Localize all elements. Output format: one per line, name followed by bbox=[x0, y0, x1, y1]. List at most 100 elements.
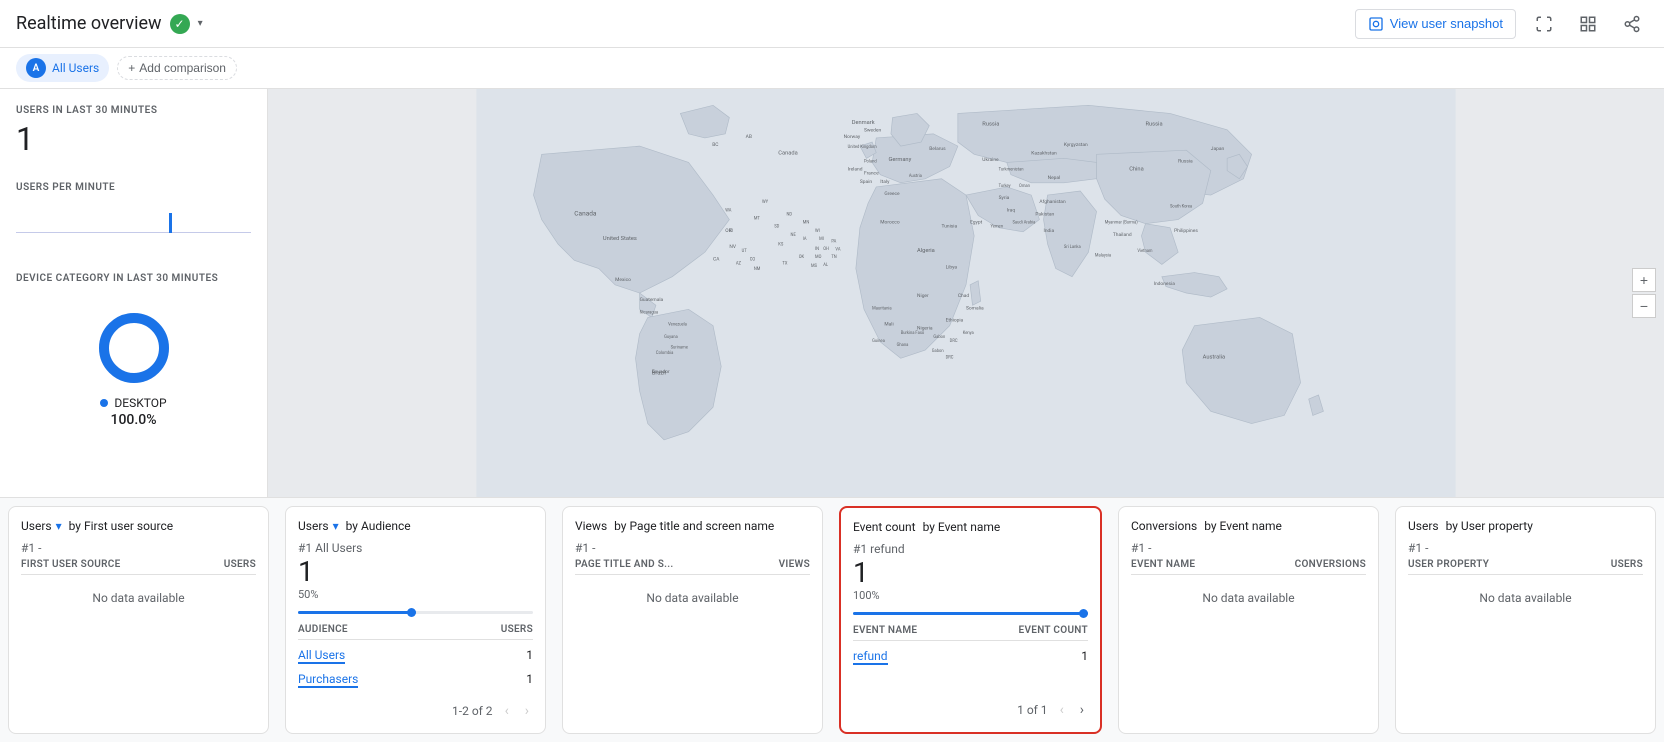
svg-text:DRC: DRC bbox=[950, 338, 958, 343]
col1-header-event-count: EVENT NAME bbox=[853, 625, 917, 636]
svg-text:China: China bbox=[1129, 167, 1144, 173]
progress-fill-audience bbox=[298, 611, 416, 614]
header-right: View user snapshot bbox=[1355, 8, 1648, 40]
svg-text:ID: ID bbox=[729, 228, 733, 233]
header-dropdown-arrow[interactable]: ▾ bbox=[198, 18, 203, 29]
svg-text:Niger: Niger bbox=[917, 293, 929, 299]
svg-text:MN: MN bbox=[803, 220, 810, 225]
svg-text:Russia: Russia bbox=[1146, 122, 1163, 128]
row-link-audience-1[interactable]: Purchasers bbox=[298, 672, 358, 688]
card-title-main-first-user-source: Users bbox=[21, 519, 52, 533]
card-title-suffix-page-title: by Page title and screen name bbox=[611, 519, 774, 533]
svg-text:AL: AL bbox=[823, 262, 829, 267]
all-users-filter[interactable]: A All Users bbox=[16, 54, 109, 82]
row-link-event-count-0[interactable]: refund bbox=[853, 649, 888, 665]
row-link-audience-0[interactable]: All Users bbox=[298, 648, 345, 664]
svg-text:Colombia: Colombia bbox=[656, 350, 673, 355]
add-comparison-icon: + bbox=[128, 61, 135, 75]
share-button[interactable] bbox=[1616, 8, 1648, 40]
svg-text:United Kingdom: United Kingdom bbox=[848, 144, 877, 149]
svg-text:MO: MO bbox=[815, 254, 822, 259]
svg-text:Germany: Germany bbox=[888, 157, 911, 163]
table-header-first-user-source: FIRST USER SOURCE USERS bbox=[21, 555, 256, 575]
svg-text:Australia: Australia bbox=[1203, 354, 1225, 360]
add-comparison-button[interactable]: + Add comparison bbox=[117, 56, 237, 80]
add-comparison-label: Add comparison bbox=[139, 61, 226, 75]
card-percent-event-count: 100% bbox=[853, 589, 1088, 602]
svg-text:Tunisia: Tunisia bbox=[942, 224, 958, 230]
zoom-in-label: + bbox=[1640, 272, 1648, 288]
zoom-out-label: − bbox=[1640, 298, 1648, 314]
svg-text:Austria: Austria bbox=[909, 173, 922, 178]
svg-text:WI: WI bbox=[815, 228, 820, 233]
svg-text:Denmark: Denmark bbox=[852, 120, 875, 126]
svg-text:Japan: Japan bbox=[1211, 146, 1225, 152]
card-rank-first-user-source: #1 - bbox=[21, 541, 256, 555]
data-card-first-user-source: Users ▾ by First user source #1 - FIRST … bbox=[8, 506, 269, 734]
svg-text:DRC: DRC bbox=[946, 354, 954, 359]
map-zoom-out-button[interactable]: − bbox=[1632, 294, 1656, 318]
prev-btn-event-count: ‹ bbox=[1056, 700, 1068, 720]
left-panel: USERS IN LAST 30 MINUTES 1 USERS PER MIN… bbox=[0, 89, 268, 497]
svg-text:NE: NE bbox=[791, 232, 797, 237]
data-card-audience: Users ▾ by Audience #1 All Users150% AUD… bbox=[285, 506, 546, 734]
data-card-page-title: Views by Page title and screen name #1 -… bbox=[562, 506, 823, 734]
svg-text:IN: IN bbox=[815, 246, 819, 251]
footer-text-event-count: 1 of 1 bbox=[1017, 703, 1047, 717]
users-30min-value: 1 bbox=[16, 120, 251, 158]
svg-text:United States: United States bbox=[603, 236, 637, 242]
card-title-main-page-title: Views bbox=[575, 519, 607, 533]
svg-text:Greece: Greece bbox=[884, 191, 900, 197]
col1-header-page-title: PAGE TITLE AND S... bbox=[575, 559, 674, 570]
svg-text:AZ: AZ bbox=[736, 260, 742, 265]
card-title-main-conversions: Conversions bbox=[1131, 519, 1197, 533]
header-title: Realtime overview bbox=[16, 13, 162, 34]
card-footer-event-count: 1 of 1 ‹ › bbox=[853, 692, 1088, 720]
svg-text:Gabon: Gabon bbox=[932, 348, 944, 353]
user-initial: A bbox=[33, 63, 40, 74]
svg-text:Myanmar (Burma): Myanmar (Burma) bbox=[1105, 220, 1138, 225]
table-header-page-title: PAGE TITLE AND S... VIEWS bbox=[575, 555, 810, 575]
map-zoom-in-button[interactable]: + bbox=[1632, 268, 1656, 292]
svg-text:Guatemala: Guatemala bbox=[640, 297, 664, 303]
svg-text:Ethiopia: Ethiopia bbox=[946, 318, 964, 324]
svg-text:Egypt: Egypt bbox=[970, 220, 983, 226]
no-data-user-property: No data available bbox=[1408, 579, 1643, 617]
desktop-legend: DESKTOP bbox=[16, 396, 251, 410]
table-header-conversions: EVENT NAME CONVERSIONS bbox=[1131, 555, 1366, 575]
svg-text:MS: MS bbox=[811, 263, 818, 268]
card-title-main-event-count: Event count bbox=[853, 520, 916, 534]
card-title-suffix-audience: by Audience bbox=[343, 519, 411, 533]
header: Realtime overview ✓ ▾ View user snapshot bbox=[0, 0, 1664, 48]
svg-text:TX: TX bbox=[782, 260, 787, 265]
progress-fill-event-count bbox=[853, 612, 1088, 615]
table-header-user-property: USER PROPERTY USERS bbox=[1408, 555, 1643, 575]
svg-text:Russia: Russia bbox=[982, 122, 999, 128]
footer-text-audience: 1-2 of 2 bbox=[452, 704, 493, 718]
svg-text:India: India bbox=[1044, 228, 1055, 234]
customize-button[interactable] bbox=[1572, 8, 1604, 40]
svg-text:Morocco: Morocco bbox=[880, 220, 900, 226]
device-category-card: DEVICE CATEGORY IN LAST 30 MINUTES DESKT… bbox=[16, 265, 251, 436]
users-30min-label: USERS IN LAST 30 MINUTES bbox=[16, 105, 251, 116]
row-value-event-count-0: 1 bbox=[1081, 649, 1088, 665]
svg-text:Nicaragua: Nicaragua bbox=[640, 309, 659, 314]
card-rank-conversions: #1 - bbox=[1131, 541, 1366, 555]
card-title-dropdown-first-user-source[interactable]: ▾ bbox=[56, 519, 62, 533]
header-left: Realtime overview ✓ ▾ bbox=[16, 13, 203, 34]
card-title-dropdown-audience[interactable]: ▾ bbox=[333, 519, 339, 533]
progress-bar-event-count bbox=[853, 612, 1088, 615]
card-title-suffix-event-count: by Event name bbox=[920, 520, 1001, 534]
svg-text:Saudi Arabia: Saudi Arabia bbox=[1013, 220, 1036, 225]
map-controls: + − bbox=[1632, 268, 1656, 318]
table-header-event-count: EVENT NAME EVENT COUNT bbox=[853, 621, 1088, 641]
row-value-audience-1: 1 bbox=[526, 672, 533, 688]
col1-header-audience: AUDIENCE bbox=[298, 624, 348, 635]
view-snapshot-button[interactable]: View user snapshot bbox=[1355, 9, 1516, 39]
card-title-first-user-source: Users ▾ by First user source bbox=[21, 519, 256, 533]
customize-icon bbox=[1579, 15, 1597, 33]
svg-text:South Korea: South Korea bbox=[1170, 203, 1192, 208]
next-btn-event-count[interactable]: › bbox=[1076, 700, 1088, 720]
fullscreen-button[interactable] bbox=[1528, 8, 1560, 40]
svg-text:Afghanistan: Afghanistan bbox=[1039, 198, 1066, 205]
